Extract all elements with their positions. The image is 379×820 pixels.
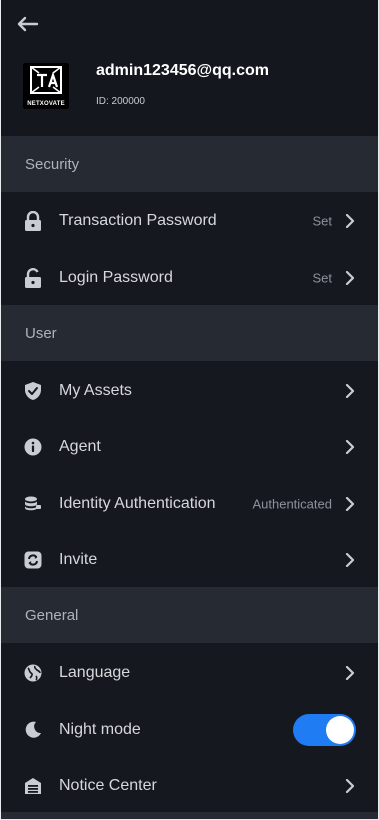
bottom-section-divider [1, 812, 378, 819]
section-header-general: General [1, 587, 378, 643]
back-button[interactable] [15, 12, 41, 36]
row-invite[interactable]: Invite [1, 532, 378, 588]
chevron-right-icon [344, 440, 356, 454]
night-mode-toggle[interactable] [293, 714, 356, 746]
row-label: Invite [59, 551, 98, 568]
unlock-icon [23, 268, 43, 288]
user-email: admin123456@qq.com [96, 62, 269, 79]
info-icon [23, 437, 43, 457]
toggle-knob [326, 716, 354, 744]
row-label: Language [59, 664, 131, 681]
row-label: Identity Authentication [59, 495, 216, 512]
profile-header: NETXOVATE admin123456@qq.com ID: 200000 [1, 0, 378, 136]
row-label: Notice Center [59, 777, 157, 794]
status-text: Set [312, 213, 332, 229]
row-agent[interactable]: Agent [1, 419, 378, 475]
status-text: Authenticated [252, 496, 332, 512]
logo-text: NETXOVATE [27, 101, 65, 107]
row-my-assets[interactable]: My Assets [1, 363, 378, 419]
row-label: My Assets [59, 382, 132, 399]
row-night-mode: Night mode [1, 702, 378, 758]
row-label: Agent [59, 438, 101, 455]
user-id: ID: 200000 [96, 96, 145, 107]
row-transaction-password[interactable]: Transaction Password Set [1, 193, 378, 249]
row-notice-center[interactable]: Notice Center [1, 758, 378, 814]
chevron-right-icon [344, 271, 356, 285]
row-label: Login Password [59, 269, 173, 286]
chevron-right-icon [344, 779, 356, 793]
arrow-left-icon [17, 16, 39, 32]
moon-icon [23, 720, 43, 740]
notice-icon [23, 776, 43, 796]
row-identity-authentication[interactable]: Identity Authentication Authenticated [1, 476, 378, 532]
shield-check-icon [23, 381, 43, 401]
chevron-right-icon [344, 384, 356, 398]
row-label: Night mode [59, 721, 141, 738]
row-login-password[interactable]: Login Password Set [1, 250, 378, 306]
logo-mark [30, 66, 62, 94]
settings-screen: NETXOVATE admin123456@qq.com ID: 200000 … [0, 0, 379, 820]
chevron-right-icon [344, 553, 356, 567]
chevron-right-icon [344, 214, 356, 228]
brand-logo: NETXOVATE [23, 63, 69, 109]
status-text: Set [312, 270, 332, 286]
lock-icon [23, 211, 43, 231]
chevron-right-icon [344, 666, 356, 680]
globe-icon [23, 663, 43, 683]
row-language[interactable]: Language [1, 645, 378, 701]
database-icon [23, 494, 43, 514]
section-header-security: Security [1, 136, 378, 192]
row-label: Transaction Password [59, 212, 217, 229]
section-header-user: User [1, 305, 378, 361]
invite-icon [23, 550, 43, 570]
chevron-right-icon [344, 497, 356, 511]
